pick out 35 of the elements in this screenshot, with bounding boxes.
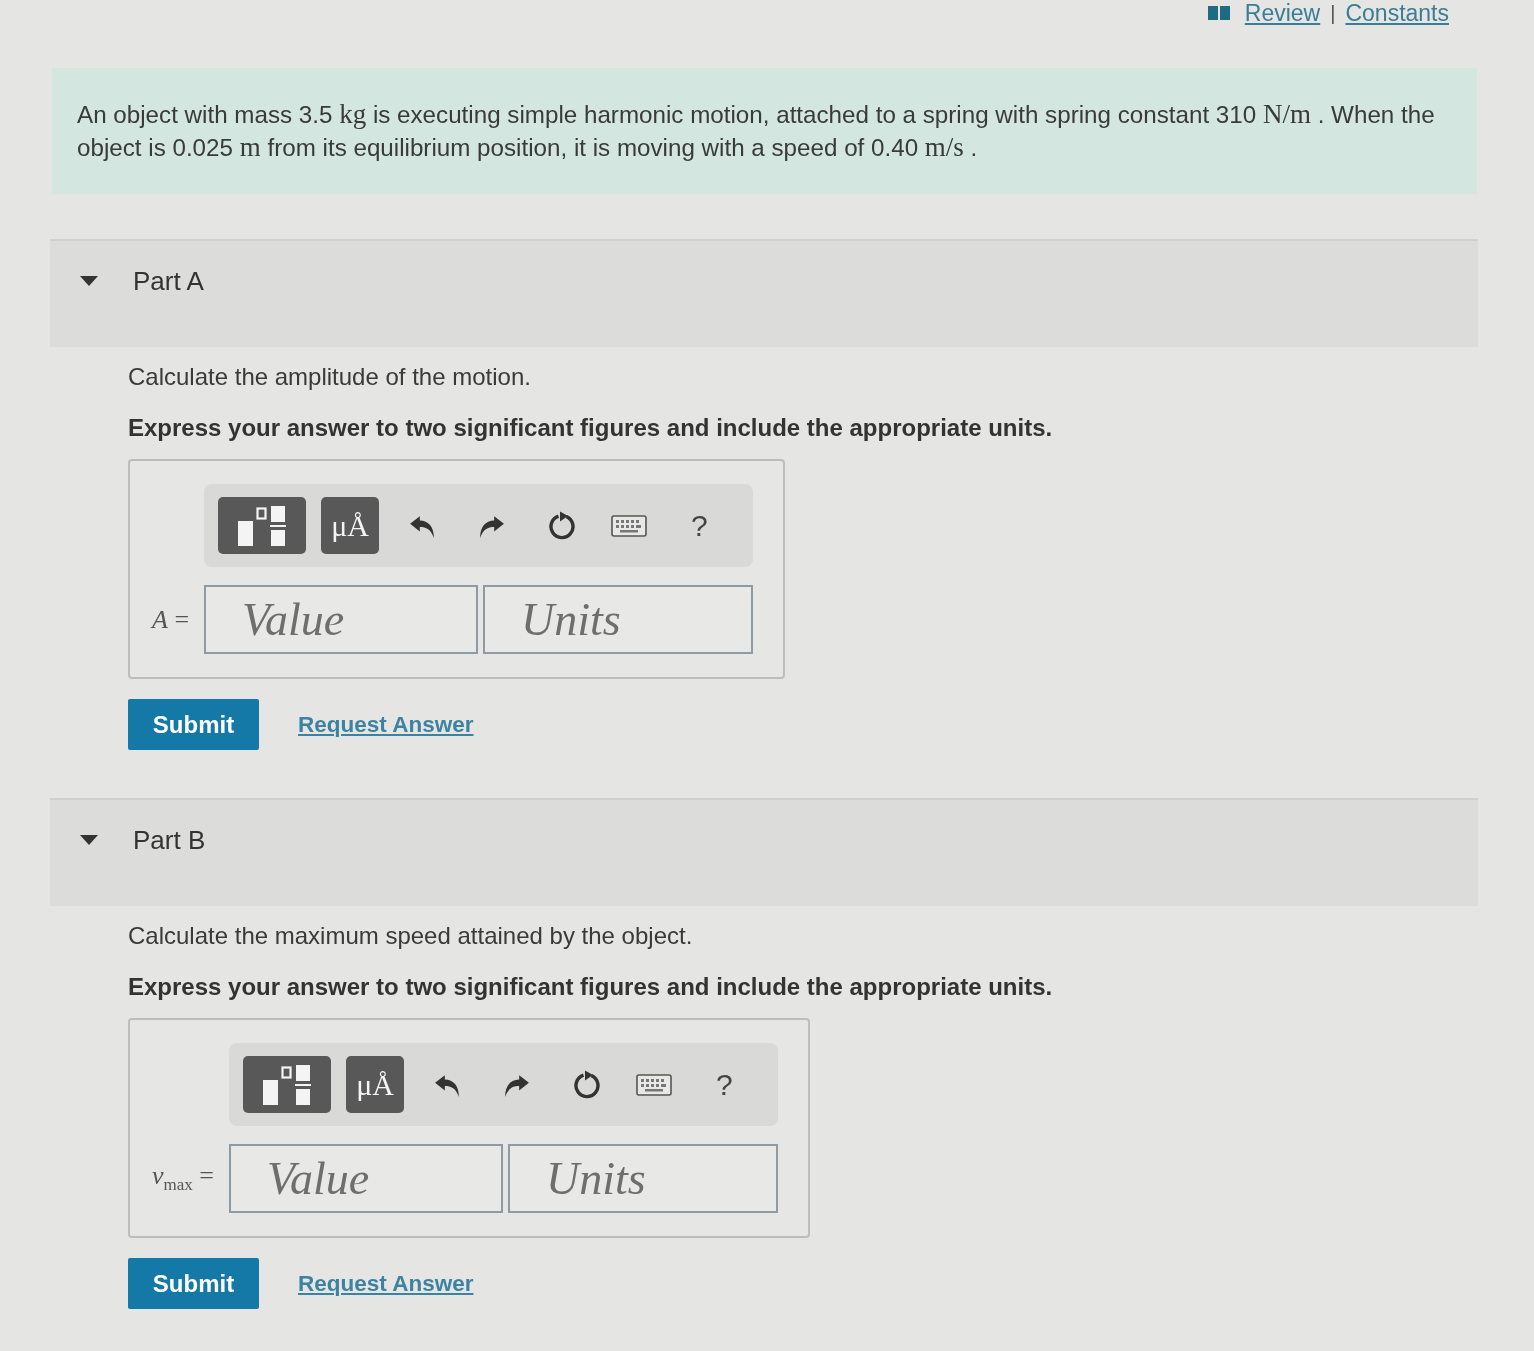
part-title: Part A (133, 265, 204, 297)
answer-label: v$_{max}$ = (152, 1161, 214, 1196)
units-field[interactable]: Units (483, 585, 754, 654)
value-field[interactable]: Value (204, 585, 479, 654)
keyboard-icon[interactable] (636, 1073, 672, 1096)
templates-icon (263, 1064, 311, 1105)
submit-button[interactable]: Submit (128, 1258, 259, 1309)
reset-icon[interactable] (572, 1069, 600, 1100)
caret-icon[interactable] (80, 835, 98, 845)
question-text: Calculate the maximum speed attained by the object. (128, 921, 694, 951)
templates-icon (238, 505, 287, 546)
question-text: Calculate the amplitude of the motion. (128, 362, 532, 392)
link-separator: | (1330, 1, 1336, 26)
value-field[interactable]: Value (229, 1144, 503, 1213)
part-title: Part B (133, 824, 206, 856)
problem-text: An object with mass 3.5 kg is executing simple harmonic motion, attached to a spring with spring constant 310 N/m . When the object is 0.025 m from its equilibrium position, it is moving with a speed of 0.40 m/s . (77, 98, 1436, 164)
units-field[interactable]: Units (508, 1144, 778, 1213)
instructions-text: Express your answer to two significant figures and include the appropriate units. (128, 413, 1054, 443)
book-icon (1207, 6, 1230, 20)
constants-link[interactable]: Constants (1345, 0, 1449, 26)
keyboard-icon[interactable] (611, 514, 648, 537)
request-answer-link[interactable]: Request Answer (298, 1270, 474, 1297)
answer-label: A = (152, 604, 190, 635)
reset-icon[interactable] (547, 510, 576, 541)
templates-button[interactable] (218, 497, 307, 554)
instructions-text: Express your answer to two significant figures and include the appropriate units. (128, 972, 1054, 1002)
review-link[interactable]: Review (1244, 0, 1321, 26)
templates-button[interactable] (243, 1056, 331, 1113)
caret-icon[interactable] (80, 276, 98, 286)
submit-button[interactable]: Submit (128, 699, 259, 750)
request-answer-link[interactable]: Request Answer (298, 711, 474, 738)
units-button[interactable]: μÅ (321, 497, 380, 554)
units-button[interactable]: μÅ (346, 1056, 404, 1113)
help-button[interactable]: ? (691, 508, 708, 543)
help-button[interactable]: ? (716, 1067, 733, 1102)
